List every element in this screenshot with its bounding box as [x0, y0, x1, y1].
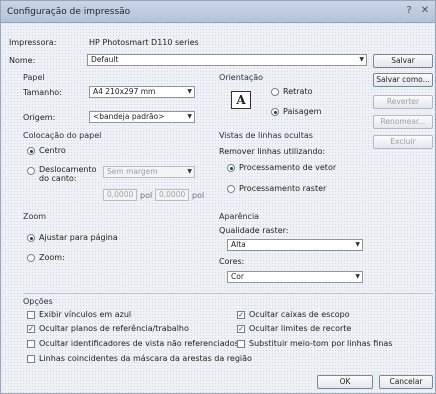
raster-quality-value: Alta [231, 240, 246, 249]
paper-source-dropdown[interactable]: <bandeja padrão> ▼ [89, 111, 195, 123]
offset-label: Deslocamento do canto: [39, 165, 97, 183]
portrait-radio[interactable] [271, 88, 279, 96]
vector-processing-radio[interactable] [227, 164, 235, 172]
options-section-label: Opções [23, 297, 53, 306]
portrait-label: Retrato [283, 87, 313, 96]
offset-dropdown-value: Sem margem [107, 167, 158, 176]
revert-button[interactable]: Reverter [373, 95, 433, 109]
option-label: Ocultar planos de referência/trabalho [39, 324, 189, 333]
option-label: Ocultar caixas de escopo [249, 310, 350, 319]
raster-processing-radio[interactable] [227, 185, 235, 193]
offset-y-input[interactable]: 0,0000 [155, 189, 189, 201]
raster-quality-dropdown[interactable]: Alta ▼ [227, 239, 363, 251]
colors-value: Cor [231, 272, 244, 281]
paper-source-value: <bandeja padrão> [93, 112, 165, 121]
name-label: Nome: [9, 56, 36, 65]
delete-button[interactable]: Excluir [373, 135, 433, 149]
printer-value: HP Photosmart D110 series [89, 38, 199, 47]
option-checkbox[interactable]: ✓ [237, 325, 245, 333]
paper-size-dropdown[interactable]: A4 210x297 mm ▼ [89, 86, 195, 98]
printer-label: Impressora: [9, 38, 57, 47]
option-checkbox[interactable]: ✓ [27, 325, 35, 333]
dialog-title: Configuração de impressão [7, 7, 131, 17]
option-checkbox[interactable] [237, 340, 245, 348]
appearance-section-label: Aparência [219, 212, 260, 221]
paper-source-label: Origem: [23, 113, 56, 122]
option-checkbox[interactable] [27, 340, 35, 348]
title-bar: Configuração de impressão ? ✕ [1, 1, 435, 23]
landscape-label: Paisagem [283, 107, 322, 116]
option-label: Ocultar limites de recorte [249, 324, 352, 333]
chevron-down-icon: ▼ [187, 113, 192, 120]
name-dropdown-value: Default [91, 55, 119, 64]
colors-label: Cores: [219, 257, 245, 266]
fit-to-page-radio[interactable] [27, 234, 35, 242]
chevron-down-icon: ▼ [355, 241, 360, 248]
option-label: Substituir meio-tom por linhas finas [249, 339, 393, 348]
hidden-lines-section-label: Vistas de linhas ocultas [219, 131, 313, 140]
option-checkbox[interactable]: ✓ [237, 311, 245, 319]
vector-processing-label: Processamento de vetor [239, 163, 337, 172]
ok-button[interactable]: OK [317, 375, 373, 389]
name-dropdown[interactable]: Default ▼ [87, 54, 367, 66]
orientation-preview-icon: A [231, 91, 251, 109]
raster-quality-label: Qualidade raster: [219, 226, 289, 235]
offset-dropdown[interactable]: Sem margem ▼ [103, 166, 195, 178]
chevron-down-icon: ▼ [187, 168, 192, 175]
colors-dropdown[interactable]: Cor ▼ [227, 271, 363, 283]
option-label: Linhas coincidentes da máscara da aresta… [39, 354, 252, 363]
paper-size-value: A4 210x297 mm [93, 87, 156, 96]
rename-button[interactable]: Renomear... [373, 115, 433, 129]
paper-section-label: Papel [23, 73, 45, 82]
offset-x-input[interactable]: 0,0000 [103, 189, 137, 201]
print-setup-dialog: Configuração de impressão ? ✕ Impressora… [0, 0, 436, 394]
options-divider [23, 293, 433, 294]
cancel-button[interactable]: Cancelar [379, 375, 433, 389]
raster-processing-label: Processamento raster [239, 184, 327, 193]
fit-to-page-label: Ajustar para página [39, 233, 118, 242]
placement-section-label: Colocação do papel [23, 131, 102, 140]
center-radio[interactable] [27, 147, 35, 155]
option-checkbox[interactable] [27, 355, 35, 363]
zoom-label: Zoom: [39, 253, 65, 262]
offset-x-unit: pol [140, 191, 153, 200]
orientation-section-label: Orientação [219, 73, 264, 82]
option-label: Exibir vínculos em azul [39, 310, 132, 319]
help-icon[interactable]: ? [403, 5, 415, 17]
center-label: Centro [39, 146, 66, 155]
offset-radio[interactable] [27, 167, 35, 175]
chevron-down-icon: ▼ [359, 56, 364, 63]
save-as-button[interactable]: Salvar como... [373, 73, 433, 87]
option-label: Ocultar identificadores de vista não ref… [39, 339, 239, 348]
save-button[interactable]: Salvar [373, 54, 433, 68]
landscape-radio[interactable] [271, 108, 279, 116]
zoom-section-label: Zoom [23, 212, 47, 221]
zoom-radio[interactable] [27, 254, 35, 262]
chevron-down-icon: ▼ [187, 88, 192, 95]
remove-lines-label: Remover linhas utilizando: [219, 147, 326, 156]
option-checkbox[interactable] [27, 311, 35, 319]
chevron-down-icon: ▼ [355, 273, 360, 280]
paper-size-label: Tamanho: [23, 88, 62, 97]
offset-y-unit: pol [192, 191, 205, 200]
close-icon[interactable]: ✕ [419, 5, 431, 17]
